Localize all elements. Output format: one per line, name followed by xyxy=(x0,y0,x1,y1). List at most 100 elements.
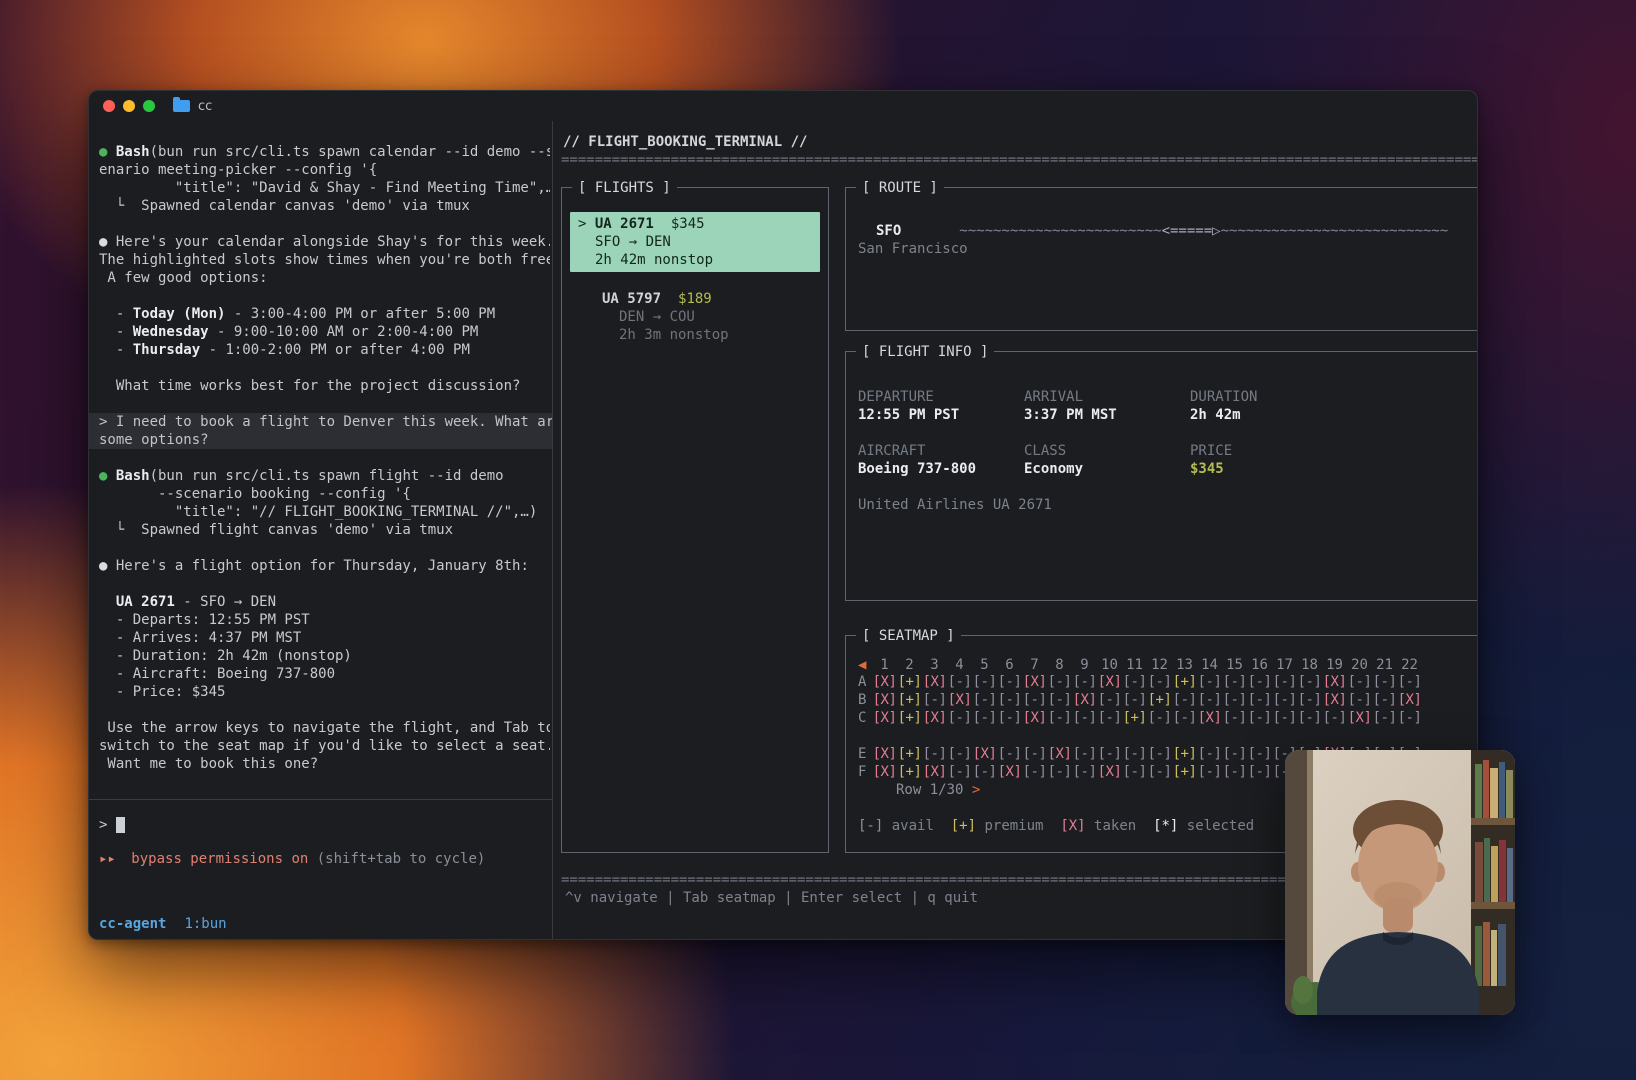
seat-cell[interactable]: [X] xyxy=(1022,673,1047,691)
seat-cell[interactable]: [-] xyxy=(1272,691,1297,709)
claude-code-pane[interactable]: ● Bash(bun run src/cli.ts spawn calendar… xyxy=(89,121,553,940)
seat-cell[interactable]: [+] xyxy=(1147,691,1172,709)
seat-cell[interactable]: [+] xyxy=(1172,673,1197,691)
seat-cell[interactable]: [X] xyxy=(1397,691,1422,709)
seat-cell[interactable]: [-] xyxy=(1197,691,1222,709)
seat-cell[interactable]: [X] xyxy=(1022,709,1047,727)
prompt-line[interactable]: > xyxy=(99,816,542,834)
seat-cell[interactable]: [X] xyxy=(997,763,1022,781)
seat-cell[interactable]: [X] xyxy=(922,709,947,727)
seat-cell[interactable]: [-] xyxy=(1047,709,1072,727)
seat-cell[interactable]: [-] xyxy=(1222,673,1247,691)
seat-cell[interactable]: [-] xyxy=(1197,673,1222,691)
seat-cell[interactable]: [-] xyxy=(1222,709,1247,727)
seat-cell[interactable]: [X] xyxy=(1097,763,1122,781)
seat-cell[interactable]: [-] xyxy=(972,709,997,727)
seat-cell[interactable]: [-] xyxy=(1222,763,1247,781)
seat-cell[interactable]: [-] xyxy=(1247,745,1272,763)
seat-cell[interactable]: [-] xyxy=(972,691,997,709)
seat-cell[interactable]: [-] xyxy=(1122,763,1147,781)
flight-option[interactable]: UA 5797$189DEN → COU2h 3m nonstop xyxy=(568,290,822,344)
seat-cell[interactable]: [X] xyxy=(947,691,972,709)
seat-cell[interactable]: [X] xyxy=(1097,673,1122,691)
seat-cell[interactable]: [X] xyxy=(872,745,897,763)
seat-cell[interactable]: [X] xyxy=(1197,709,1222,727)
seat-cell[interactable]: [-] xyxy=(1222,745,1247,763)
seat-cell[interactable]: [-] xyxy=(1172,709,1197,727)
seat-cell[interactable]: [-] xyxy=(1097,745,1122,763)
seat-cell[interactable]: [X] xyxy=(922,673,947,691)
seat-cell[interactable]: [-] xyxy=(1197,745,1222,763)
seat-cell[interactable]: [-] xyxy=(1372,673,1397,691)
seat-cell[interactable]: [-] xyxy=(1047,673,1072,691)
seat-cell[interactable]: [X] xyxy=(972,745,997,763)
seat-cell[interactable]: [X] xyxy=(1047,745,1072,763)
seat-cell[interactable]: [X] xyxy=(872,673,897,691)
seat-cell[interactable]: [-] xyxy=(947,763,972,781)
flight-option[interactable]: > UA 2671$345SFO → DEN2h 42m nonstop xyxy=(570,212,820,272)
prompt-area[interactable]: > ▸▸ bypass permissions on (shift+tab to… xyxy=(89,799,552,905)
seat-cell[interactable]: [X] xyxy=(922,763,947,781)
seat-cell[interactable]: [X] xyxy=(1322,673,1347,691)
seat-cell[interactable]: [+] xyxy=(897,745,922,763)
seat-cell[interactable]: [-] xyxy=(1122,673,1147,691)
seat-cell[interactable]: [-] xyxy=(1272,673,1297,691)
seat-cell[interactable]: [-] xyxy=(1372,691,1397,709)
seat-cell[interactable]: [-] xyxy=(1122,691,1147,709)
seat-cell[interactable]: [+] xyxy=(897,673,922,691)
seat-cell[interactable]: [-] xyxy=(1322,709,1347,727)
seat-cell[interactable]: [+] xyxy=(897,763,922,781)
seat-cell[interactable]: [+] xyxy=(1172,763,1197,781)
seat-cell[interactable]: [-] xyxy=(1147,745,1172,763)
seat-cell[interactable]: [-] xyxy=(1072,763,1097,781)
seat-cell[interactable]: [+] xyxy=(897,709,922,727)
seat-cell[interactable]: [-] xyxy=(1047,691,1072,709)
seat-cell[interactable]: [-] xyxy=(997,709,1022,727)
seat-cell[interactable]: [X] xyxy=(872,763,897,781)
seat-cell[interactable]: [-] xyxy=(1022,745,1047,763)
seat-cell[interactable]: [-] xyxy=(1297,691,1322,709)
seat-cell[interactable]: [-] xyxy=(1247,691,1272,709)
seat-cell[interactable]: [-] xyxy=(1047,763,1072,781)
seat-cell[interactable]: [-] xyxy=(1247,709,1272,727)
seat-cell[interactable]: [+] xyxy=(897,691,922,709)
seat-cell[interactable]: [-] xyxy=(1147,763,1172,781)
minimize-window-button[interactable] xyxy=(123,100,135,112)
seat-cell[interactable]: [-] xyxy=(1372,709,1397,727)
seat-cell[interactable]: [-] xyxy=(1022,691,1047,709)
seat-cell[interactable]: [-] xyxy=(1147,673,1172,691)
seat-cell[interactable]: [X] xyxy=(1322,691,1347,709)
seat-cell[interactable]: [-] xyxy=(1272,709,1297,727)
seat-cell[interactable]: [-] xyxy=(1197,763,1222,781)
seat-cell[interactable]: [+] xyxy=(1172,745,1197,763)
seat-cell[interactable]: [-] xyxy=(1347,673,1372,691)
seat-cell[interactable]: [-] xyxy=(947,709,972,727)
seat-cell[interactable]: [-] xyxy=(997,673,1022,691)
seat-cell[interactable]: [-] xyxy=(1247,673,1272,691)
seat-cell[interactable]: [-] xyxy=(1297,709,1322,727)
seat-cell[interactable]: [-] xyxy=(972,763,997,781)
seat-cell[interactable]: [-] xyxy=(1247,763,1272,781)
seat-cell[interactable]: [-] xyxy=(1122,745,1147,763)
close-window-button[interactable] xyxy=(103,100,115,112)
seat-cell[interactable]: [X] xyxy=(872,691,897,709)
seat-cell[interactable]: [X] xyxy=(1347,709,1372,727)
seat-cell[interactable]: [-] xyxy=(1172,691,1197,709)
seat-cell[interactable]: [-] xyxy=(972,673,997,691)
seat-cell[interactable]: [-] xyxy=(1072,745,1097,763)
seat-cell[interactable]: [-] xyxy=(1147,709,1172,727)
zoom-window-button[interactable] xyxy=(143,100,155,112)
seat-cell[interactable]: [+] xyxy=(1122,709,1147,727)
seat-cell[interactable]: [-] xyxy=(1097,691,1122,709)
seat-cell[interactable]: [-] xyxy=(997,691,1022,709)
seat-cell[interactable]: [-] xyxy=(1297,673,1322,691)
webcam-overlay[interactable] xyxy=(1285,750,1515,1015)
seat-cell[interactable]: [-] xyxy=(997,745,1022,763)
scroll-right-icon[interactable]: > xyxy=(963,782,980,798)
seat-cell[interactable]: [-] xyxy=(1347,691,1372,709)
seat-cell[interactable]: [X] xyxy=(872,709,897,727)
seat-cell[interactable]: [-] xyxy=(947,673,972,691)
seat-cell[interactable]: [-] xyxy=(1072,673,1097,691)
seat-cell[interactable]: [-] xyxy=(1397,673,1422,691)
seat-cell[interactable]: [-] xyxy=(1097,709,1122,727)
